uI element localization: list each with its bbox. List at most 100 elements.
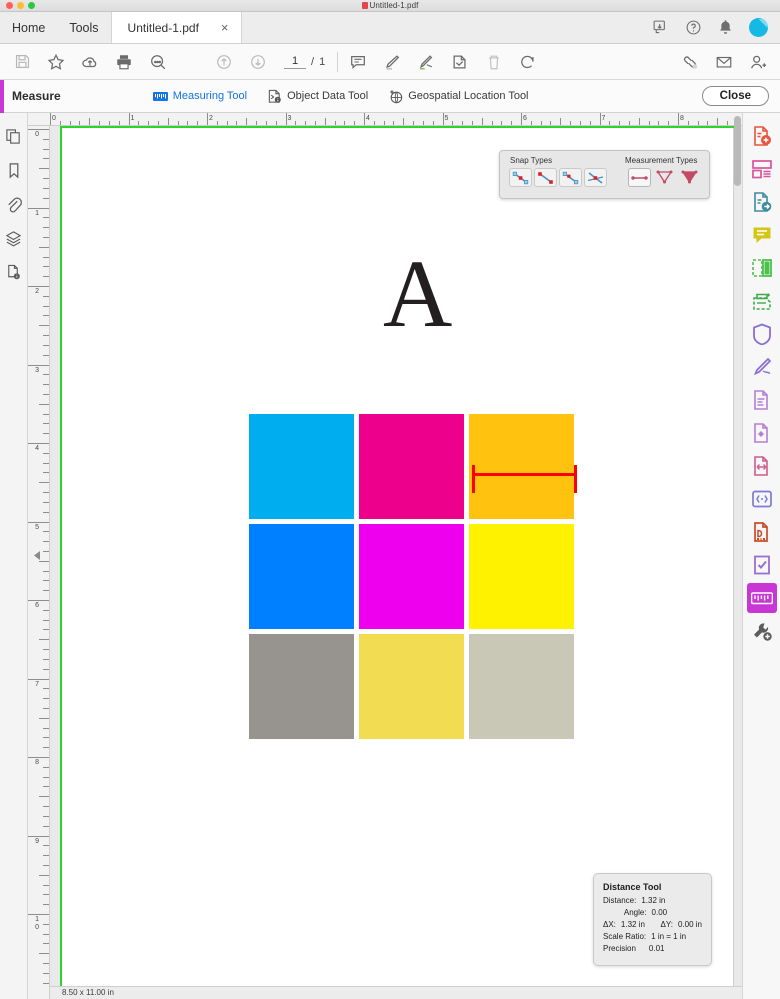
- ruler-minor-tick: [246, 118, 248, 125]
- ruler-minor-tick: [43, 452, 49, 454]
- object-data-icon: [267, 89, 282, 104]
- ruler-minor-tick: [43, 541, 49, 543]
- vertical-scrollbar-thumb[interactable]: [734, 116, 741, 186]
- sidebar-attachments-icon[interactable]: [4, 194, 24, 214]
- vertical-guide-line: [60, 126, 62, 999]
- help-icon[interactable]: [685, 19, 702, 36]
- previous-page-icon[interactable]: [212, 50, 236, 74]
- rotate-icon[interactable]: [516, 50, 540, 74]
- distance-measurement-line[interactable]: [472, 465, 577, 495]
- tool-print-production-icon[interactable]: [747, 517, 777, 547]
- tool-protect-icon[interactable]: [747, 319, 777, 349]
- ruler-major-tick: [207, 113, 208, 125]
- save-icon[interactable]: [10, 50, 34, 74]
- tool-more-tools-icon[interactable]: [747, 616, 777, 646]
- ruler-minor-tick: [43, 649, 49, 651]
- distance-tool-icon[interactable]: [628, 168, 651, 187]
- ruler-minor-tick: [43, 197, 49, 199]
- tool-organize-pages-icon[interactable]: [747, 154, 777, 184]
- menu-home[interactable]: Home: [0, 12, 57, 43]
- ruler-minor-tick: [43, 570, 49, 572]
- ruler-major-tick: [28, 129, 49, 130]
- close-measure-button[interactable]: Close: [701, 86, 769, 106]
- close-tab-icon[interactable]: ×: [221, 20, 229, 35]
- pdf-page[interactable]: A: [60, 126, 734, 987]
- precision-key: Precision: [603, 944, 636, 953]
- tool-redact-icon[interactable]: [747, 418, 777, 448]
- tool-edit-pdf-icon[interactable]: [747, 385, 777, 415]
- sidebar-page-thumbnails-icon[interactable]: [4, 126, 24, 146]
- measurement-buttons-row: [628, 168, 701, 187]
- delete-trash-icon[interactable]: [482, 50, 506, 74]
- ruler-major-tick: [364, 113, 365, 125]
- object-data-tool[interactable]: Object Data Tool: [267, 89, 368, 104]
- page-number-input[interactable]: [284, 54, 306, 69]
- horizontal-ruler[interactable]: 0 1 2 3 4 5 6 7 8: [28, 113, 742, 126]
- ruler-minor-tick: [43, 815, 49, 817]
- geospatial-location-tool[interactable]: Geospatial Location Tool: [388, 89, 529, 104]
- ruler-minor-tick: [43, 236, 49, 238]
- share-icon[interactable]: [652, 19, 669, 36]
- tool-combine-files-icon[interactable]: [747, 253, 777, 283]
- ruler-minor-tick: [324, 118, 326, 125]
- scale-ratio-value: 1 in = 1 in: [651, 932, 687, 941]
- email-envelope-icon[interactable]: [712, 50, 736, 74]
- measuring-tool[interactable]: Measuring Tool: [152, 90, 247, 102]
- tool-export-pdf-icon[interactable]: [747, 187, 777, 217]
- area-tool-icon[interactable]: [678, 168, 701, 187]
- menu-tools[interactable]: Tools: [57, 12, 110, 43]
- tool-comment-icon[interactable]: [747, 220, 777, 250]
- next-page-icon[interactable]: [246, 50, 270, 74]
- comment-icon[interactable]: [346, 50, 370, 74]
- signature-icon[interactable]: [414, 50, 438, 74]
- ruler-minor-tick: [638, 118, 640, 125]
- tool-measure-icon[interactable]: [746, 583, 777, 613]
- window-titlebar: Untitled-1.pdf: [0, 0, 780, 12]
- notifications-bell-icon[interactable]: [718, 19, 733, 36]
- sidebar-bookmarks-icon[interactable]: [4, 160, 24, 180]
- tool-optimize-pdf-icon[interactable]: [747, 451, 777, 481]
- tool-fill-sign-icon[interactable]: [747, 352, 777, 382]
- star-favorite-icon[interactable]: [44, 50, 68, 74]
- ruler-major-tick: [50, 113, 51, 125]
- upload-cloud-icon[interactable]: [78, 50, 102, 74]
- link-cloud-icon[interactable]: [678, 50, 702, 74]
- zoom-search-icon[interactable]: [146, 50, 170, 74]
- ruler-label: 6: [35, 602, 39, 609]
- collapse-panel-arrow-icon[interactable]: [33, 550, 43, 562]
- document-canvas[interactable]: A Snap Types Measurement Types Distance …: [50, 126, 742, 999]
- ruler-minor-tick: [43, 462, 49, 464]
- ruler-minor-tick: [481, 118, 483, 125]
- ruler-minor-tick: [43, 727, 49, 729]
- tool-preflight-icon[interactable]: [747, 550, 777, 580]
- document-tab[interactable]: Untitled-1.pdf ×: [110, 12, 242, 43]
- toolbar-divider: [337, 51, 339, 72]
- tool-scan-ocr-icon[interactable]: [747, 286, 777, 316]
- tab-strip: Home Tools Untitled-1.pdf ×: [0, 12, 780, 44]
- add-person-icon[interactable]: [746, 50, 770, 74]
- sidebar-layers-icon[interactable]: [4, 228, 24, 248]
- object-data-tool-label: Object Data Tool: [287, 90, 369, 102]
- ruler-minor-tick: [43, 923, 49, 925]
- ruler-minor-tick: [43, 550, 49, 552]
- ruler-minor-tick: [43, 433, 49, 435]
- user-avatar[interactable]: [749, 18, 768, 37]
- perimeter-tool-icon[interactable]: [653, 168, 676, 187]
- tool-create-pdf-icon[interactable]: [747, 121, 777, 151]
- snap-to-intersections-icon[interactable]: [584, 168, 607, 187]
- ruler-major-tick: [599, 113, 601, 125]
- sidebar-document-info-icon[interactable]: [4, 262, 24, 282]
- print-icon[interactable]: [112, 50, 136, 74]
- ruler-minor-tick: [43, 158, 49, 160]
- swatch-magenta: [359, 414, 464, 519]
- snap-to-midpoints-icon[interactable]: [534, 168, 557, 187]
- vertical-ruler[interactable]: 0 1 2 3 4 5 6 7 8 9 10: [28, 126, 50, 999]
- tool-rich-media-icon[interactable]: [747, 484, 777, 514]
- stamp-icon[interactable]: [448, 50, 472, 74]
- snap-to-paths-icon[interactable]: [559, 168, 582, 187]
- highlight-pen-icon[interactable]: [380, 50, 404, 74]
- ruler-minor-tick: [39, 482, 49, 484]
- ruler-label: 2: [209, 115, 213, 122]
- snap-to-endpoints-icon[interactable]: [509, 168, 532, 187]
- ruler-minor-tick: [43, 511, 49, 513]
